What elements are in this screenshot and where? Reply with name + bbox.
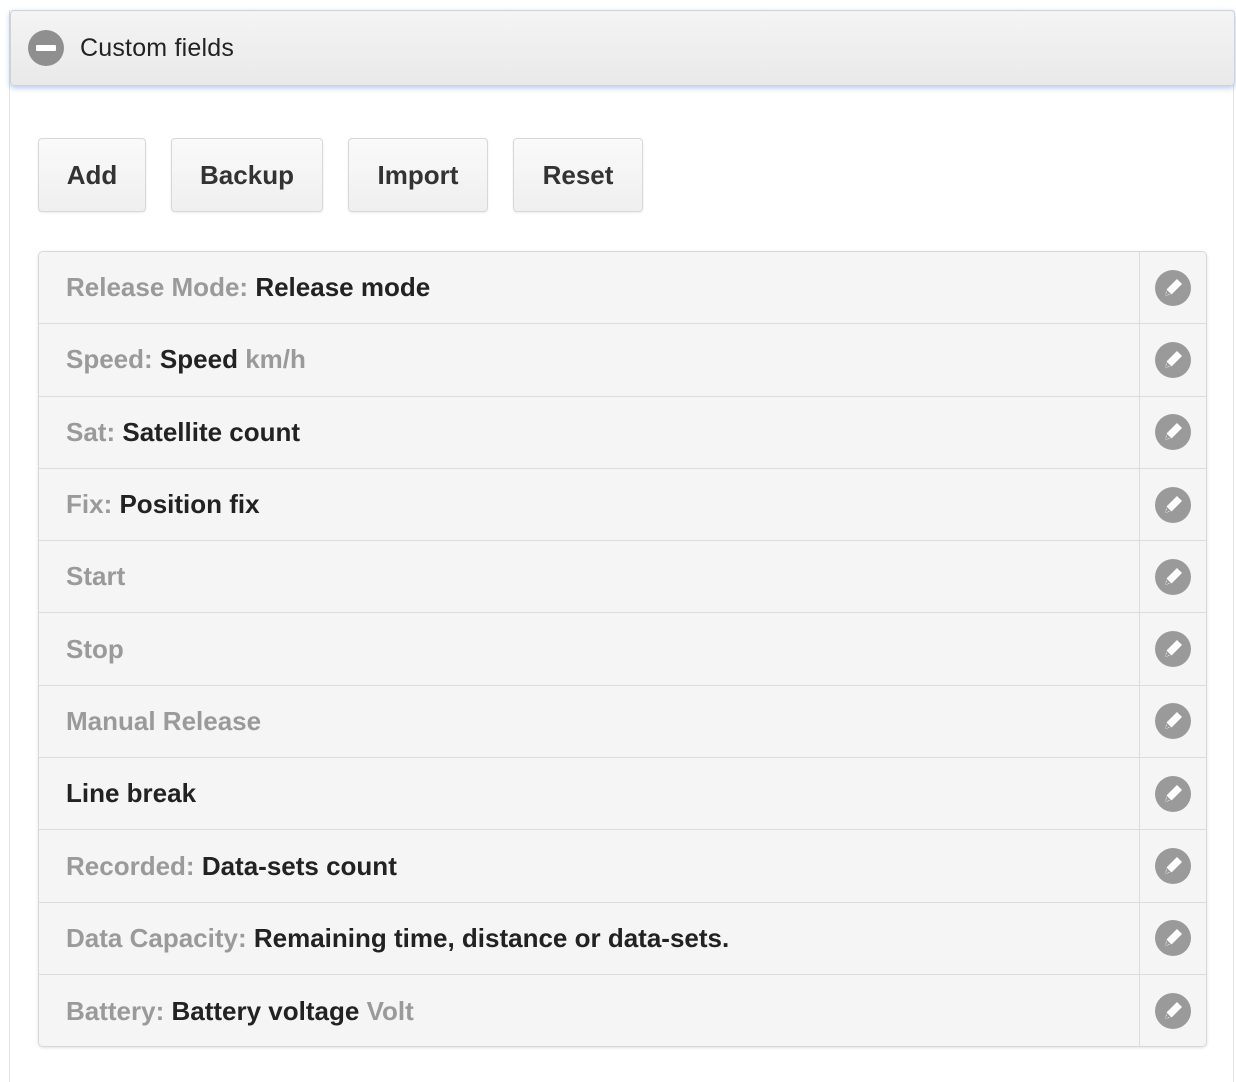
pencil-edit-icon[interactable] — [1154, 413, 1192, 451]
edit-button[interactable] — [1139, 685, 1206, 758]
field-text: Line break — [39, 758, 1139, 829]
field-text: Release Mode: Release mode — [39, 252, 1139, 323]
list-item: Manual Release — [39, 685, 1206, 759]
field-value: Position fix — [119, 489, 260, 520]
field-label: Manual Release — [66, 705, 262, 736]
field-label: Sat: — [66, 416, 116, 447]
list-item: Recorded: Data-sets count — [39, 830, 1206, 903]
pencil-edit-icon[interactable] — [1154, 775, 1192, 813]
field-text: Data Capacity: Remaining time, distance … — [39, 903, 1139, 974]
minus-circle-icon[interactable] — [28, 30, 64, 66]
pencil-edit-icon[interactable] — [1154, 992, 1192, 1030]
pencil-edit-icon[interactable] — [1154, 847, 1192, 885]
field-unit: km/h — [245, 344, 306, 375]
pencil-edit-icon[interactable] — [1154, 341, 1192, 379]
edit-button[interactable] — [1139, 613, 1206, 685]
pencil-edit-icon[interactable] — [1154, 558, 1192, 596]
field-label: Data Capacity: — [66, 922, 247, 953]
list-item: Stop — [39, 613, 1206, 686]
edit-button[interactable] — [1139, 324, 1206, 396]
panel-header[interactable]: Custom fields — [10, 10, 1235, 86]
field-value: Battery voltage — [171, 995, 360, 1026]
field-text: Stop — [39, 613, 1139, 684]
list-item: Data Capacity: Remaining time, distance … — [39, 902, 1206, 975]
pencil-edit-icon[interactable] — [1154, 702, 1192, 740]
field-label: Recorded: — [66, 850, 195, 881]
field-label: Battery: — [66, 995, 165, 1026]
list-item: Sat: Satellite count — [39, 396, 1206, 469]
pencil-edit-icon[interactable] — [1154, 919, 1192, 957]
edit-button[interactable] — [1139, 902, 1206, 974]
pencil-edit-icon[interactable] — [1154, 486, 1192, 524]
edit-button[interactable] — [1139, 541, 1206, 613]
reset-button[interactable]: Reset — [513, 138, 643, 212]
field-label: Speed: — [66, 344, 153, 375]
field-value: Satellite count — [122, 416, 301, 447]
field-value: Speed — [159, 344, 238, 375]
field-text: Recorded: Data-sets count — [39, 830, 1139, 901]
edit-button[interactable] — [1139, 396, 1206, 468]
toolbar: Add Backup Import Reset — [38, 138, 643, 213]
field-text: Sat: Satellite count — [39, 397, 1139, 468]
list-item: Speed: Speed km/h — [39, 324, 1206, 397]
field-label: Stop — [66, 633, 124, 664]
custom-fields-list: Release Mode: Release mode Speed: Speed … — [38, 251, 1207, 1047]
field-value: Data-sets count — [201, 850, 397, 881]
field-text: Battery: Battery voltage Volt — [39, 975, 1139, 1046]
list-item: Start — [39, 541, 1206, 614]
field-label: Fix: — [66, 489, 113, 520]
panel-title: Custom fields — [80, 33, 235, 62]
add-button[interactable]: Add — [38, 138, 146, 212]
edit-button[interactable] — [1139, 974, 1206, 1046]
field-text: Fix: Position fix — [39, 469, 1139, 540]
list-item: Fix: Position fix — [39, 468, 1206, 542]
field-value: Remaining time, distance or data-sets. — [253, 922, 730, 953]
pencil-edit-icon[interactable] — [1154, 630, 1192, 668]
field-value: Release mode — [255, 272, 431, 303]
field-text: Manual Release — [39, 686, 1139, 757]
list-item: Line break — [39, 758, 1206, 831]
field-label: Start — [66, 561, 126, 592]
list-item: Release Mode: Release mode — [39, 252, 1206, 325]
backup-button[interactable]: Backup — [171, 138, 323, 212]
edit-button[interactable] — [1139, 468, 1206, 541]
field-label: Release Mode: — [66, 272, 249, 303]
edit-button[interactable] — [1139, 252, 1206, 324]
pencil-edit-icon[interactable] — [1154, 269, 1192, 307]
list-item: Battery: Battery voltage Volt — [39, 974, 1206, 1046]
edit-button[interactable] — [1139, 830, 1206, 902]
field-text: Speed: Speed km/h — [39, 324, 1139, 395]
field-text: Start — [39, 541, 1139, 612]
import-button[interactable]: Import — [348, 138, 488, 212]
field-value: Line break — [66, 778, 197, 809]
field-unit: Volt — [366, 995, 414, 1026]
edit-button[interactable] — [1139, 758, 1206, 830]
